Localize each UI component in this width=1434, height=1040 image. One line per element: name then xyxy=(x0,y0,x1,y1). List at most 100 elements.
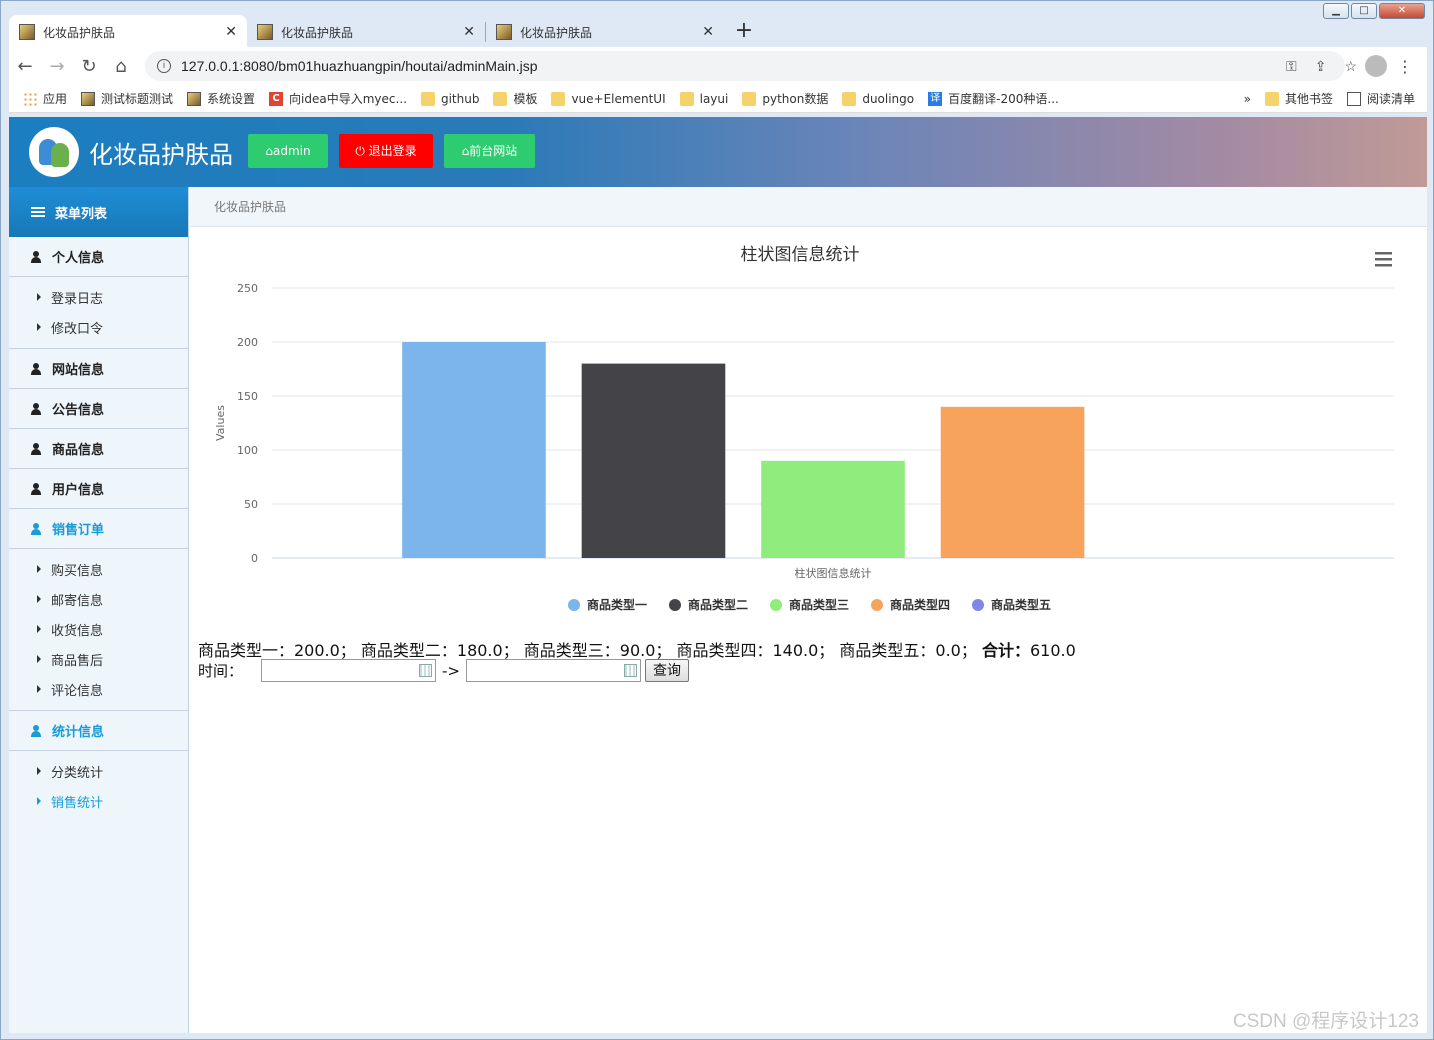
tab-close-icon[interactable]: ✕ xyxy=(702,24,714,40)
sidebar-item-sales-stats[interactable]: 销售统计 xyxy=(9,786,188,816)
tab-close-icon[interactable]: ✕ xyxy=(463,24,475,40)
item-label: 评论信息 xyxy=(51,683,104,699)
tab-title: 化妆品护肤品 xyxy=(43,25,116,40)
browser-menu-icon[interactable]: ⋮ xyxy=(1397,57,1413,76)
browser-tab-2[interactable]: 化妆品护肤品 ✕ xyxy=(247,15,485,49)
site-title: 化妆品护肤品 xyxy=(89,141,233,169)
tab-title: 化妆品护肤品 xyxy=(281,25,354,40)
bookmark-star-icon[interactable]: ☆ xyxy=(1344,58,1357,75)
bookmark-folder[interactable]: github xyxy=(420,91,479,106)
user-icon xyxy=(31,442,41,455)
bookmark-label: 向idea中导入myec... xyxy=(289,92,407,106)
bookmark-label: python数据 xyxy=(762,92,829,106)
item-label: 购买信息 xyxy=(51,563,104,579)
y-tick-label: 50 xyxy=(244,498,258,511)
profile-avatar-icon[interactable] xyxy=(1365,55,1387,77)
sidebar-item-purchase[interactable]: 购买信息 xyxy=(9,554,188,584)
sidebar-group-orders[interactable]: 销售订单 xyxy=(9,509,188,549)
bookmark-item[interactable]: 系统设置 xyxy=(187,90,255,107)
bookmarks-overflow-button[interactable]: » xyxy=(1244,90,1251,107)
bookmarks-right: » 其他书签 阅读清单 xyxy=(1230,90,1415,107)
sidebar-group-users[interactable]: 用户信息 xyxy=(9,469,188,509)
power-icon: ⏻ xyxy=(355,144,369,158)
forward-arrow-icon[interactable]: → xyxy=(41,56,73,77)
back-arrow-icon[interactable]: ← xyxy=(9,56,41,77)
reload-icon[interactable]: ↻ xyxy=(73,56,105,77)
legend-marker xyxy=(669,599,681,611)
sidebar-group-personal[interactable]: 个人信息 xyxy=(9,237,188,277)
item-label: 收货信息 xyxy=(51,623,104,639)
bookmark-folder[interactable]: duolingo xyxy=(842,91,915,106)
bookmark-item[interactable]: C 向idea中导入myec... xyxy=(269,90,407,107)
bookmark-label: 应用 xyxy=(43,92,68,106)
query-button[interactable]: 查询 xyxy=(645,659,689,682)
bookmark-item[interactable]: 译百度翻译-200种语... xyxy=(928,90,1059,107)
calendar-icon[interactable] xyxy=(624,664,637,677)
sidebar-item-after-sales[interactable]: 商品售后 xyxy=(9,644,188,674)
legend-label: 商品类型二 xyxy=(688,597,748,612)
logout-button[interactable]: ⏻ 退出登录 xyxy=(339,134,433,168)
other-bookmarks[interactable]: 其他书签 xyxy=(1264,90,1333,107)
sidebar-group-notice[interactable]: 公告信息 xyxy=(9,389,188,429)
sidebar-item-comments[interactable]: 评论信息 xyxy=(9,674,188,704)
bookmark-label: 系统设置 xyxy=(207,92,256,106)
admin-button[interactable]: ⌂admin xyxy=(248,134,328,168)
caret-right-icon xyxy=(37,595,41,603)
legend-marker xyxy=(770,599,782,611)
reading-list[interactable]: 阅读清单 xyxy=(1346,90,1415,107)
key-icon[interactable]: ⚿ xyxy=(1286,58,1297,75)
browser-tab-1[interactable]: 化妆品护肤品 ✕ xyxy=(9,15,247,49)
legend-marker xyxy=(871,599,883,611)
y-tick-label: 250 xyxy=(237,282,258,295)
chart-menu-icon-bar-2 xyxy=(1375,264,1392,267)
apps-icon xyxy=(23,91,37,106)
sidebar-item-category-stats[interactable]: 分类统计 xyxy=(9,756,188,786)
csdn-watermark: CSDN @程序设计123 xyxy=(1232,1011,1419,1032)
caret-right-icon xyxy=(37,293,41,301)
browser-tab-3[interactable]: 化妆品护肤品 ✕ xyxy=(486,15,724,49)
frontend-button-label: 前台网站 xyxy=(469,144,518,158)
calendar-icon[interactable] xyxy=(419,664,433,677)
x-axis-label: 柱状图信息统计 xyxy=(795,566,872,580)
bar-3 xyxy=(761,460,905,558)
breadcrumb: 化妆品护肤品 xyxy=(190,187,1427,227)
frontend-site-button[interactable]: ⌂前台网站 xyxy=(444,134,535,168)
total-value: 610.0 xyxy=(1029,641,1076,660)
site-info-icon[interactable]: i xyxy=(157,59,171,73)
bookmark-label: layui xyxy=(699,91,729,106)
sidebar-item-login-log[interactable]: 登录日志 xyxy=(9,282,188,312)
bookmark-folder[interactable]: layui xyxy=(679,91,729,106)
sidebar-group-goods[interactable]: 商品信息 xyxy=(9,429,188,469)
user-icon xyxy=(31,402,41,415)
sidebar-group-statistics[interactable]: 统计信息 xyxy=(9,711,188,751)
bookmark-folder[interactable]: 模板 xyxy=(493,90,537,107)
bar-1 xyxy=(402,342,546,558)
address-bar[interactable]: i 127.0.0.1:8080/bm01huazhuangpin/houtai… xyxy=(145,51,1357,81)
item-label: 邮寄信息 xyxy=(51,593,104,609)
group-label: 公告信息 xyxy=(52,403,105,418)
legend-label: 商品类型一 xyxy=(587,597,647,612)
url-text: 127.0.0.1:8080/bm01huazhuangpin/houtai/a… xyxy=(181,58,538,74)
summary-text: 商品类型一：200.0； 商品类型二：180.0； 商品类型三：90.0； 商品… xyxy=(198,641,977,660)
start-date-input[interactable] xyxy=(261,659,437,682)
bookmarks-bar: 应用 测试标题测试 系统设置 C 向idea中导入myec... github 模… xyxy=(9,85,1427,113)
bookmark-label: duolingo xyxy=(862,91,915,106)
bookmark-item[interactable]: 测试标题测试 xyxy=(81,90,173,107)
bookmark-apps[interactable]: 应用 xyxy=(23,90,67,107)
sidebar-group-website[interactable]: 网站信息 xyxy=(9,349,188,389)
sidebar-item-mailing[interactable]: 邮寄信息 xyxy=(9,584,188,614)
logout-button-label: 退出登录 xyxy=(368,144,417,158)
home-icon[interactable]: ⌂ xyxy=(105,56,137,77)
other-bookmarks-label: 其他书签 xyxy=(1284,92,1333,106)
group-label: 个人信息 xyxy=(52,251,105,266)
folder-icon xyxy=(842,91,857,106)
sidebar-item-receipt[interactable]: 收货信息 xyxy=(9,614,188,644)
share-icon[interactable]: ⇪ xyxy=(1315,58,1327,75)
end-date-input[interactable] xyxy=(466,659,641,682)
sidebar-item-change-password[interactable]: 修改口令 xyxy=(9,312,188,342)
bar-4 xyxy=(940,406,1085,558)
bookmark-folder[interactable]: vue+ElementUI xyxy=(551,91,666,106)
tab-close-icon[interactable]: ✕ xyxy=(225,24,237,40)
bookmark-folder[interactable]: python数据 xyxy=(742,90,828,107)
new-tab-button[interactable]: + xyxy=(730,18,758,46)
